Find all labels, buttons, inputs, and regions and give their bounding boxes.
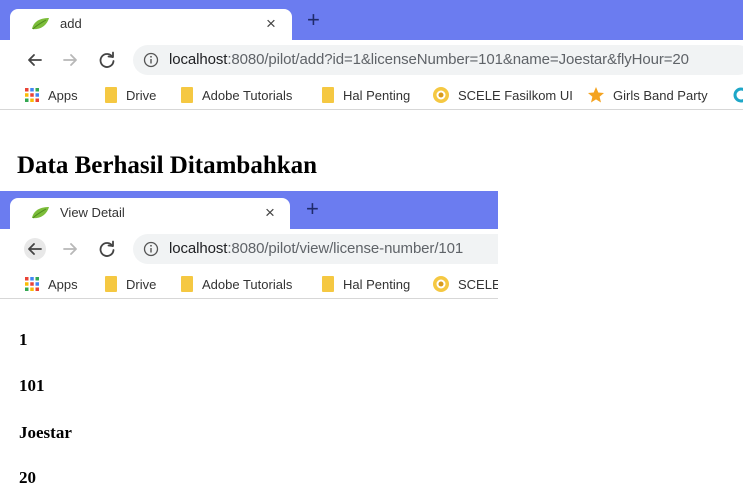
new-tab-button[interactable]: + [307, 9, 320, 31]
bookmark-adobe-tutorials[interactable]: Adobe Tutorials [180, 275, 292, 293]
apps-grid-icon [25, 88, 39, 102]
bookmark-hal-penting[interactable]: Hal Penting [321, 275, 410, 293]
tab-strip: View Detail × + [0, 191, 498, 229]
bookmark-label: Hal Penting [343, 276, 411, 292]
pilot-id-value: 1 [19, 330, 28, 349]
pilot-license-number-value: 101 [19, 376, 45, 395]
bookmark-label: SCELE [458, 276, 498, 292]
folder-icon [181, 87, 193, 103]
info-icon[interactable] [143, 52, 159, 68]
scele-logo-icon [433, 276, 449, 292]
reload-icon[interactable] [96, 49, 118, 71]
bookmark-overflow-icon[interactable] [733, 86, 743, 104]
bookmark-apps[interactable]: Apps [24, 275, 78, 293]
folder-icon [322, 276, 334, 292]
tab-title: View Detail [60, 205, 125, 220]
tab-title: add [60, 16, 82, 31]
bookmarks-bar: Apps Drive Adobe Tutorials Hal Penting S… [0, 80, 743, 110]
bookmark-girls-band-party[interactable]: Girls Band Party [587, 86, 708, 104]
folder-icon [105, 87, 117, 103]
scele-logo-icon [433, 87, 449, 103]
url-text[interactable]: localhost:8080/pilot/view/license-number… [169, 240, 463, 257]
forward-arrow-icon[interactable] [59, 49, 81, 71]
bookmark-scele[interactable]: SCELE [432, 275, 498, 293]
address-bar[interactable]: localhost:8080/pilot/view/license-number… [133, 234, 498, 264]
toolbar: localhost:8080/pilot/view/license-number… [0, 229, 498, 269]
back-arrow-icon[interactable] [24, 238, 46, 260]
bookmark-label: Apps [48, 276, 78, 292]
bookmark-label: SCELE Fasilkom UI [458, 87, 573, 103]
bookmark-label: Adobe Tutorials [202, 87, 293, 103]
reload-icon[interactable] [96, 238, 118, 260]
page-heading: Data Berhasil Ditambahkan [17, 152, 318, 179]
apps-grid-icon [25, 277, 39, 291]
bookmarks-bar: Apps Drive Adobe Tutorials Hal Penting S… [0, 269, 498, 299]
tab-add[interactable]: add × [10, 9, 292, 40]
address-bar[interactable]: localhost:8080/pilot/add?id=1&licenseNum… [133, 45, 743, 75]
pilot-name-value: Joestar [19, 423, 72, 442]
star-icon [588, 87, 604, 103]
leaf-icon [32, 207, 49, 219]
toolbar: localhost:8080/pilot/add?id=1&licenseNum… [0, 40, 743, 80]
browser-window-add: add × + localhost:8080/pilot/add?id=1&li… [0, 0, 743, 128]
forward-arrow-icon[interactable] [59, 238, 81, 260]
bookmark-label: Hal Penting [343, 87, 411, 103]
bookmark-apps[interactable]: Apps [24, 86, 78, 104]
folder-icon [105, 276, 117, 292]
bookmark-drive[interactable]: Drive [104, 86, 156, 104]
back-arrow-icon[interactable] [24, 49, 46, 71]
bookmark-adobe-tutorials[interactable]: Adobe Tutorials [180, 86, 292, 104]
bookmark-label: Girls Band Party [613, 87, 708, 103]
folder-icon [181, 276, 193, 292]
pilot-fly-hour-value: 20 [19, 468, 36, 487]
close-tab-icon[interactable]: × [266, 14, 276, 34]
bookmark-label: Adobe Tutorials [202, 276, 293, 292]
close-tab-icon[interactable]: × [265, 203, 275, 223]
browser-window-view-detail: View Detail × + localhost:8080/pilot/vie… [0, 191, 498, 309]
new-tab-button[interactable]: + [306, 198, 319, 220]
tab-view-detail[interactable]: View Detail × [10, 198, 290, 229]
bookmark-drive[interactable]: Drive [104, 275, 156, 293]
leaf-icon [32, 18, 49, 30]
folder-icon [322, 87, 334, 103]
info-icon[interactable] [143, 241, 159, 257]
url-text[interactable]: localhost:8080/pilot/add?id=1&licenseNum… [169, 51, 689, 68]
bookmark-hal-penting[interactable]: Hal Penting [321, 86, 410, 104]
bookmark-label: Apps [48, 87, 78, 103]
bookmark-scele-fasilkom[interactable]: SCELE Fasilkom UI [432, 86, 573, 104]
bookmark-label: Drive [126, 87, 157, 103]
tab-strip: add × + [0, 0, 743, 40]
bookmark-label: Drive [126, 276, 157, 292]
